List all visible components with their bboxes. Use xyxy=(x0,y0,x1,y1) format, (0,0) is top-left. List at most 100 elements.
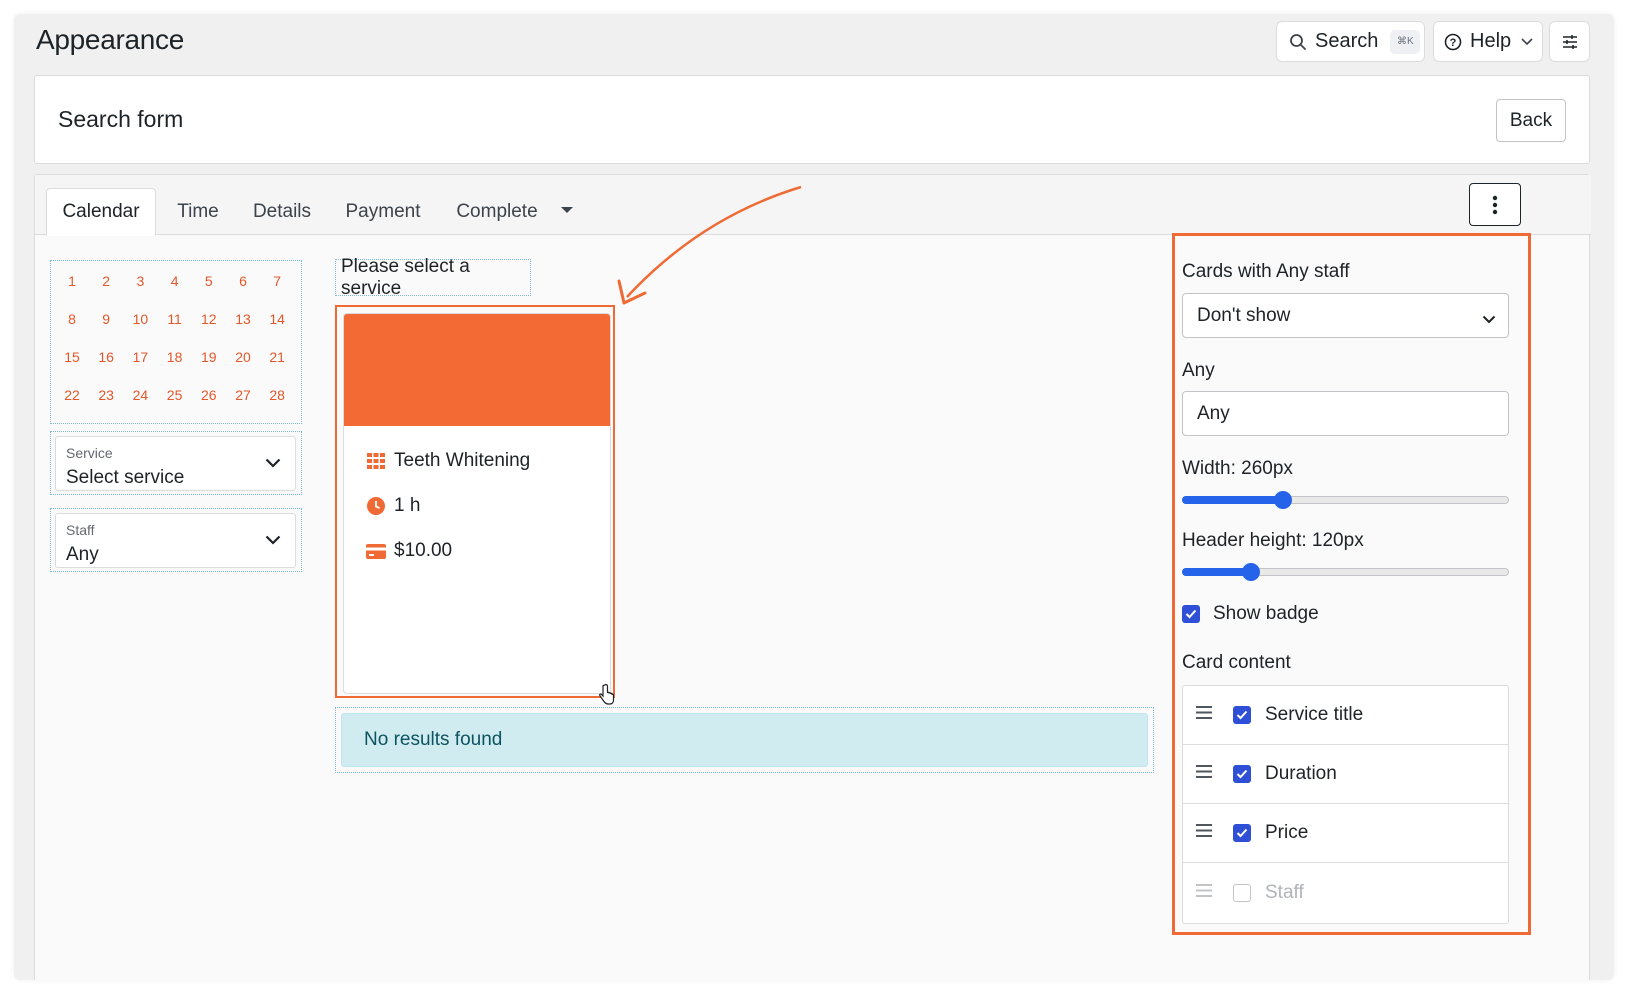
no-results-wrapper: No results found xyxy=(335,707,1154,773)
check-icon xyxy=(1236,828,1248,838)
calendar-day[interactable]: 27 xyxy=(227,387,259,403)
header-height-slider-fill xyxy=(1182,568,1251,576)
content-item-service-title[interactable]: Service title xyxy=(1183,686,1508,745)
calendar-day[interactable]: 10 xyxy=(124,311,156,327)
shortcut-badge: ⌘K xyxy=(1390,29,1421,54)
show-badge-label: Show badge xyxy=(1213,603,1319,624)
content-item-label: Duration xyxy=(1265,763,1337,784)
tab-time[interactable]: Time xyxy=(163,188,233,235)
help-icon: ? xyxy=(1444,33,1462,51)
calendar-day[interactable]: 11 xyxy=(159,311,191,327)
service-select-value: Select service xyxy=(66,467,185,488)
calendar-day[interactable]: 20 xyxy=(227,349,259,365)
chevron-down-icon xyxy=(1521,37,1533,46)
annotation-arrow-icon xyxy=(617,185,802,305)
calendar-day[interactable]: 4 xyxy=(159,273,191,289)
calendar-day[interactable]: 1 xyxy=(56,273,88,289)
kebab-icon xyxy=(1492,195,1498,215)
calendar-day[interactable]: 8 xyxy=(56,311,88,327)
content-item-staff[interactable]: Staff xyxy=(1183,863,1508,922)
app-window: Appearance Search ⌘K ? Help Search form … xyxy=(14,14,1614,980)
tab-details[interactable]: Details xyxy=(242,188,322,235)
editor-panel: Calendar Time Details Payment Complete 1… xyxy=(34,174,1591,980)
screen-options-button[interactable] xyxy=(1549,21,1590,62)
back-button[interactable]: Back xyxy=(1496,99,1566,142)
step-tabs: Calendar Time Details Payment Complete xyxy=(35,175,1591,236)
calendar-day[interactable]: 9 xyxy=(90,311,122,327)
show-badge-checkbox[interactable] xyxy=(1182,605,1200,623)
calendar-day[interactable]: 5 xyxy=(193,273,225,289)
more-menu-button[interactable] xyxy=(1469,183,1521,226)
any-staff-select[interactable]: Don't show xyxy=(1182,293,1509,338)
staff-filter-wrapper: Staff Any xyxy=(50,508,302,572)
drag-handle-icon xyxy=(1196,883,1212,902)
calendar-day[interactable]: 19 xyxy=(193,349,225,365)
header-height-slider-thumb[interactable] xyxy=(1241,563,1260,581)
calendar-day[interactable]: 28 xyxy=(261,387,293,403)
any-staff-label: Cards with Any staff xyxy=(1182,261,1350,282)
calendar-day[interactable]: 23 xyxy=(90,387,122,403)
chevron-down-icon xyxy=(265,532,281,550)
card-duration-row: 1 h xyxy=(366,495,420,517)
check-icon xyxy=(1236,769,1248,779)
calendar-day[interactable]: 3 xyxy=(124,273,156,289)
calendar-day[interactable]: 16 xyxy=(90,349,122,365)
card-content-label: Card content xyxy=(1182,652,1291,673)
card-price-row: $10.00 xyxy=(366,540,452,562)
tab-complete[interactable]: Complete xyxy=(443,188,551,235)
service-card-highlight: Teeth Whitening 1 h $10.00 xyxy=(335,305,615,698)
calendar-day[interactable]: 15 xyxy=(56,349,88,365)
content-item-duration[interactable]: Duration xyxy=(1183,745,1508,804)
header-height-label: Header height: 120px xyxy=(1182,530,1364,551)
calendar-day[interactable]: 22 xyxy=(56,387,88,403)
price-checkbox[interactable] xyxy=(1233,824,1251,842)
help-label: Help xyxy=(1470,30,1512,52)
svg-text:?: ? xyxy=(1450,37,1457,49)
calendar-day[interactable]: 6 xyxy=(227,273,259,289)
hand-cursor-icon xyxy=(599,684,615,705)
width-slider[interactable] xyxy=(1182,490,1509,510)
staff-select[interactable]: Staff Any xyxy=(55,513,296,568)
check-icon xyxy=(1236,710,1248,720)
card-settings-panel: Cards with Any staff Don't show Any Any … xyxy=(1172,233,1531,935)
calendar-day[interactable]: 21 xyxy=(261,349,293,365)
any-staff-select-value: Don't show xyxy=(1197,304,1291,326)
help-button[interactable]: ? Help xyxy=(1433,21,1543,62)
header-height-slider[interactable] xyxy=(1182,562,1509,582)
service-select[interactable]: Service Select service xyxy=(55,436,296,491)
drag-handle-icon[interactable] xyxy=(1196,824,1212,842)
tab-calendar[interactable]: Calendar xyxy=(46,188,156,236)
search-button[interactable]: Search ⌘K xyxy=(1276,21,1425,62)
form-title: Search form xyxy=(58,106,184,132)
calendar-day[interactable]: 2 xyxy=(90,273,122,289)
calendar-day[interactable]: 13 xyxy=(227,311,259,327)
staff-checkbox[interactable] xyxy=(1233,883,1251,902)
calendar-day[interactable]: 18 xyxy=(159,349,191,365)
show-badge-toggle[interactable]: Show badge xyxy=(1182,603,1319,625)
width-label: Width: 260px xyxy=(1182,458,1293,479)
content-item-price[interactable]: Price xyxy=(1183,804,1508,863)
any-text-input[interactable]: Any xyxy=(1182,391,1509,436)
calendar-day[interactable]: 25 xyxy=(159,387,191,403)
calendar-day[interactable]: 17 xyxy=(124,349,156,365)
service-card[interactable]: Teeth Whitening 1 h $10.00 xyxy=(343,313,611,694)
caret-down-icon[interactable] xyxy=(561,207,573,213)
calendar-day[interactable]: 14 xyxy=(261,311,293,327)
card-price: $10.00 xyxy=(394,540,453,561)
drag-handle-icon[interactable] xyxy=(1196,706,1212,724)
drag-handle-icon[interactable] xyxy=(1196,765,1212,783)
width-slider-thumb[interactable] xyxy=(1274,491,1293,509)
tab-payment[interactable]: Payment xyxy=(333,188,433,235)
no-results-alert: No results found xyxy=(341,713,1148,767)
calendar-day[interactable]: 12 xyxy=(193,311,225,327)
calendar-day[interactable]: 7 xyxy=(261,273,293,289)
any-label: Any xyxy=(1182,360,1215,381)
calendar-day[interactable]: 26 xyxy=(193,387,225,403)
service-card-header xyxy=(344,314,610,426)
sliders-icon xyxy=(1561,34,1579,50)
duration-checkbox[interactable] xyxy=(1233,765,1251,783)
search-label: Search xyxy=(1315,30,1379,52)
service-title-checkbox[interactable] xyxy=(1233,706,1251,724)
calendar-day[interactable]: 24 xyxy=(124,387,156,403)
width-slider-fill xyxy=(1182,496,1284,504)
